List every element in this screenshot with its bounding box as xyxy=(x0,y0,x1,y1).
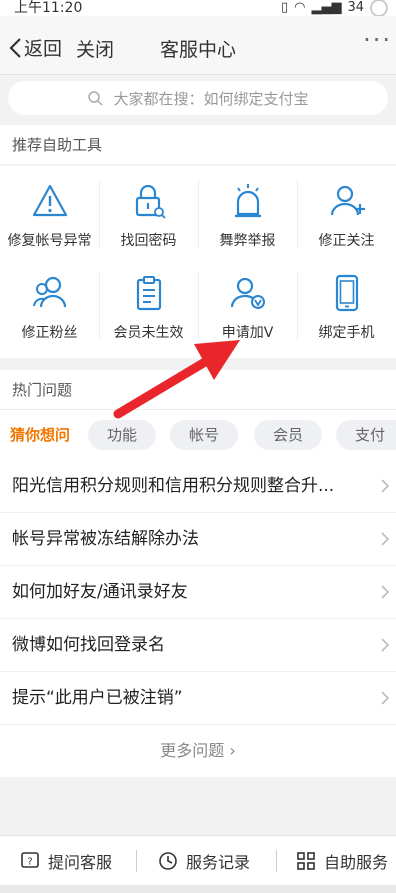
tool-recover-password[interactable]: 找回密码 xyxy=(99,170,198,260)
more-menu-button[interactable]: ··· xyxy=(363,26,392,54)
service-records-label: 服务记录 xyxy=(186,853,251,872)
bottom-strip xyxy=(0,885,396,893)
user-add-icon xyxy=(330,185,365,216)
tools-grid: 修复帐号异常 找回密码 舞弊举报 修正关注 修正粉丝 会员未生效 申请加V 绑定… xyxy=(0,166,396,358)
question-item[interactable]: 帐号异常被冻结解除办法 xyxy=(0,513,396,566)
question-item[interactable]: 提示“此用户已被注销” xyxy=(0,672,396,725)
grid-icon xyxy=(297,852,315,870)
tool-fix-following[interactable]: 修正关注 xyxy=(297,170,396,260)
alarm-icon xyxy=(234,184,261,218)
service-records-button[interactable]: 服务记录 xyxy=(158,836,250,886)
tool-bind-phone[interactable]: 绑定手机 xyxy=(297,262,396,352)
chevron-right-icon xyxy=(381,532,390,546)
chevron-right-icon: › xyxy=(229,741,236,760)
nav-bar: 返回 关闭 客服中心 ··· xyxy=(0,16,396,75)
status-time: 上午11:20 xyxy=(14,0,83,16)
question-text: 如何加好友/通讯录好友 xyxy=(12,582,188,602)
tool-label: 修正粉丝 xyxy=(21,325,78,341)
question-text: 阳光信用积分规则和信用积分规则整合升... xyxy=(12,476,335,496)
users-icon xyxy=(32,276,66,308)
page-title: 客服中心 xyxy=(159,39,236,61)
tool-label: 绑定手机 xyxy=(318,325,375,341)
question-text: 微博如何找回登录名 xyxy=(12,635,165,655)
wifi-icon: ◠ xyxy=(294,0,306,15)
svg-text:?: ? xyxy=(27,857,32,868)
hot-section-title: 热门问题 xyxy=(0,370,396,410)
tools-section-title: 推荐自助工具 xyxy=(0,125,396,165)
battery-level: 34 xyxy=(347,0,364,15)
tool-fix-account[interactable]: 修复帐号异常 xyxy=(0,170,99,260)
question-text: 帐号异常被冻结解除办法 xyxy=(12,529,199,549)
question-text: 提示“此用户已被注销” xyxy=(12,688,183,708)
more-questions-label: 更多问题 xyxy=(160,741,225,760)
search-placeholder: 大家都在搜：如何绑定支付宝 xyxy=(113,89,309,108)
chevron-right-icon xyxy=(381,638,390,652)
question-item[interactable]: 阳光信用积分规则和信用积分规则整合升... xyxy=(0,460,396,513)
self-service-label: 自助服务 xyxy=(324,853,389,872)
ask-service-label: 提问客服 xyxy=(48,853,113,872)
tool-membership[interactable]: 会员未生效 xyxy=(99,262,198,352)
tool-label: 修正关注 xyxy=(318,233,375,249)
battery-icon xyxy=(370,0,388,17)
phone-icon xyxy=(335,274,358,312)
clock-icon xyxy=(159,852,177,870)
chevron-right-icon xyxy=(381,691,390,705)
self-service-button[interactable]: 自助服务 xyxy=(296,836,388,886)
chip-guess[interactable]: 猜你想问 xyxy=(2,420,78,450)
tool-fix-fans[interactable]: 修正粉丝 xyxy=(0,262,99,352)
search-input[interactable]: 大家都在搜：如何绑定支付宝 xyxy=(8,81,388,115)
question-item[interactable]: 微博如何找回登录名 xyxy=(0,619,396,672)
clipboard-icon xyxy=(136,276,161,311)
chevron-right-icon xyxy=(381,585,390,599)
question-list: 阳光信用积分规则和信用积分规则整合升... 帐号异常被冻结解除办法 如何加好友/… xyxy=(0,460,396,777)
tool-label: 申请加V xyxy=(221,325,274,341)
chip-function[interactable]: 功能 xyxy=(88,420,156,450)
tool-label: 舞弊举报 xyxy=(219,233,276,249)
more-questions-link[interactable]: 更多问题 › xyxy=(0,725,396,777)
tool-label: 找回密码 xyxy=(120,233,177,249)
chip-payment[interactable]: 支付 xyxy=(336,420,396,450)
vibrate-icon: ▯ xyxy=(280,0,289,15)
ask-service-button[interactable]: ? 提问客服 xyxy=(20,836,112,886)
chevron-right-icon xyxy=(381,479,390,493)
chip-membership[interactable]: 会员 xyxy=(254,420,322,450)
signal-icon: ▂▄▆ xyxy=(311,0,342,15)
search-icon xyxy=(88,91,104,106)
warning-icon xyxy=(32,184,67,217)
tool-fraud-report[interactable]: 舞弊举报 xyxy=(198,170,297,260)
status-icons: ▯ ◠ ▂▄▆ 34 xyxy=(281,0,388,17)
question-chat-icon: ? xyxy=(21,852,39,868)
tool-label: 修复帐号异常 xyxy=(7,233,92,249)
question-item[interactable]: 如何加好友/通讯录好友 xyxy=(0,566,396,619)
chip-account[interactable]: 帐号 xyxy=(170,420,238,450)
bottom-bar: ? 提问客服 服务记录 自助服务 xyxy=(0,835,396,886)
search-area: 大家都在搜：如何绑定支付宝 xyxy=(0,75,396,123)
lock-icon xyxy=(135,184,166,219)
tool-apply-verified[interactable]: 申请加V xyxy=(198,262,297,352)
category-chips: 猜你想问 功能 帐号 会员 支付 xyxy=(0,410,396,460)
status-bar: 上午11:20 ▯ ◠ ▂▄▆ 34 xyxy=(0,0,396,17)
user-verified-icon xyxy=(230,277,265,309)
tool-label: 会员未生效 xyxy=(113,325,184,341)
